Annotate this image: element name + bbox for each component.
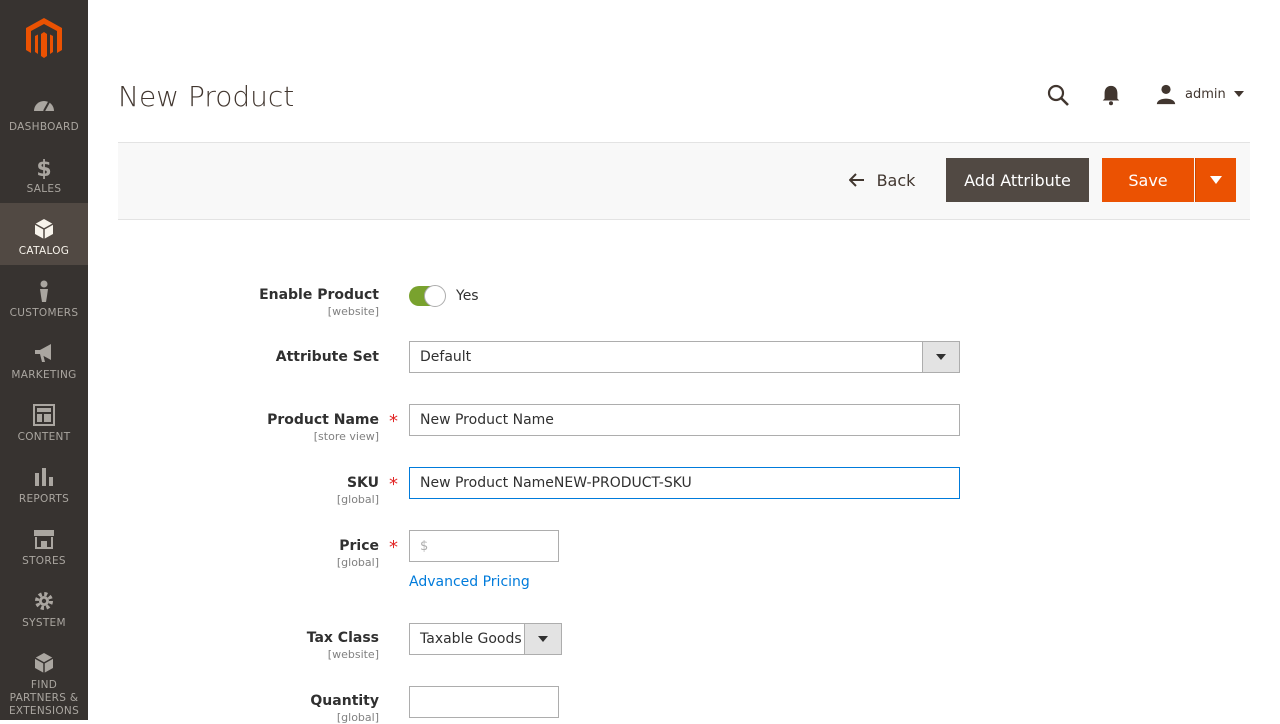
chevron-down-icon — [936, 354, 946, 360]
sidebar-item-system[interactable]: SYSTEM — [0, 575, 88, 637]
product-name-input[interactable]: New Product Name — [409, 404, 960, 436]
sidebar-item-marketing[interactable]: MARKETING — [0, 327, 88, 389]
enable-product-label: Enable Product — [259, 287, 379, 303]
required-marker: * — [389, 537, 398, 558]
arrow-left-icon — [848, 173, 864, 187]
quantity-input[interactable] — [409, 686, 559, 718]
sku-scope: [global] — [336, 493, 379, 506]
sidebar-item-label: REPORTS — [18, 493, 70, 505]
currency-symbol: $ — [420, 538, 429, 554]
sidebar-item-customers[interactable]: CUSTOMERS — [0, 265, 88, 327]
dollar-icon: $ — [36, 157, 51, 179]
advanced-pricing-link[interactable]: Advanced Pricing — [409, 574, 530, 590]
save-options-dropdown-button[interactable] — [1195, 158, 1236, 202]
add-attribute-button[interactable]: Add Attribute — [946, 158, 1089, 202]
dashboard-icon — [34, 101, 54, 112]
chevron-down-icon — [1210, 176, 1222, 184]
sku-input[interactable]: New Product NameNEW-PRODUCT-SKU — [409, 467, 960, 499]
content-layout-icon — [33, 404, 55, 426]
quantity-label: Quantity — [310, 693, 379, 709]
extensions-box-icon — [34, 653, 54, 673]
required-marker: * — [389, 411, 398, 432]
enable-product-toggle[interactable] — [409, 285, 446, 307]
sidebar-item-label: CONTENT — [17, 431, 71, 443]
sku-label: SKU — [346, 475, 379, 491]
save-button[interactable]: Save — [1102, 158, 1194, 202]
tax-class-dropdown-button[interactable] — [524, 624, 561, 654]
sidebar-item-label: SYSTEM — [22, 617, 66, 629]
magento-logo-icon[interactable] — [24, 16, 64, 60]
gear-icon — [35, 592, 53, 610]
sidebar-item-label: CATALOG — [18, 245, 70, 257]
back-button-label: Back — [876, 170, 916, 190]
enable-product-scope: [website] — [327, 305, 379, 318]
notifications-bell-icon[interactable] — [1100, 84, 1122, 106]
sidebar-item-sales[interactable]: $ SALES — [0, 141, 88, 203]
svg-text:$: $ — [36, 157, 51, 179]
sidebar-item-label: CUSTOMERS — [9, 307, 79, 319]
sidebar-item-label: FIND PARTNERS & EXTENSIONS — [8, 679, 80, 717]
price-label: Price — [339, 538, 379, 554]
sidebar-item-label: STORES — [22, 555, 66, 567]
sidebar-item-stores[interactable]: STORES — [0, 513, 88, 575]
sidebar-item-label: DASHBOARD — [8, 121, 79, 133]
product-name-scope: [store view] — [313, 430, 379, 443]
back-button[interactable]: Back — [840, 158, 924, 202]
sidebar-item-find-partners[interactable]: FIND PARTNERS & EXTENSIONS — [0, 637, 88, 720]
sidebar-item-label: SALES — [26, 183, 62, 195]
tax-class-scope: [website] — [327, 648, 379, 661]
admin-sidebar: DASHBOARD $ SALES CATALOG CUSTOMERS MARK… — [0, 0, 88, 720]
bar-chart-icon — [35, 468, 53, 486]
tax-class-select[interactable]: Taxable Goods — [409, 623, 562, 655]
price-scope: [global] — [336, 556, 379, 569]
product-name-label: Product Name — [267, 412, 379, 428]
admin-username: admin — [1185, 86, 1226, 102]
quantity-scope: [global] — [336, 711, 379, 724]
attribute-set-label: Attribute Set — [275, 349, 379, 365]
customer-person-icon — [40, 280, 48, 302]
search-icon[interactable] — [1046, 83, 1070, 107]
catalog-box-icon — [34, 219, 54, 239]
sidebar-item-reports[interactable]: REPORTS — [0, 451, 88, 513]
chevron-down-icon — [1233, 91, 1244, 97]
page-title: New Product — [118, 80, 295, 113]
enable-product-value: Yes — [456, 288, 479, 304]
toggle-knob — [424, 285, 446, 307]
attribute-set-value: Default — [420, 349, 472, 365]
sidebar-item-catalog[interactable]: CATALOG — [0, 203, 88, 265]
attribute-set-dropdown-button[interactable] — [922, 342, 959, 372]
store-icon — [34, 530, 54, 549]
price-input[interactable]: $ — [409, 530, 559, 562]
tax-class-label: Tax Class — [306, 630, 379, 646]
sidebar-item-dashboard[interactable]: DASHBOARD — [0, 79, 88, 141]
megaphone-icon — [35, 344, 51, 362]
user-avatar-icon — [1156, 84, 1176, 105]
required-marker: * — [389, 474, 398, 495]
chevron-down-icon — [538, 636, 548, 642]
sidebar-item-content[interactable]: CONTENT — [0, 389, 88, 451]
admin-user-menu[interactable]: admin — [1155, 82, 1244, 106]
sidebar-item-label: MARKETING — [11, 369, 77, 381]
attribute-set-select[interactable]: Default — [409, 341, 960, 373]
tax-class-value: Taxable Goods — [420, 631, 522, 647]
